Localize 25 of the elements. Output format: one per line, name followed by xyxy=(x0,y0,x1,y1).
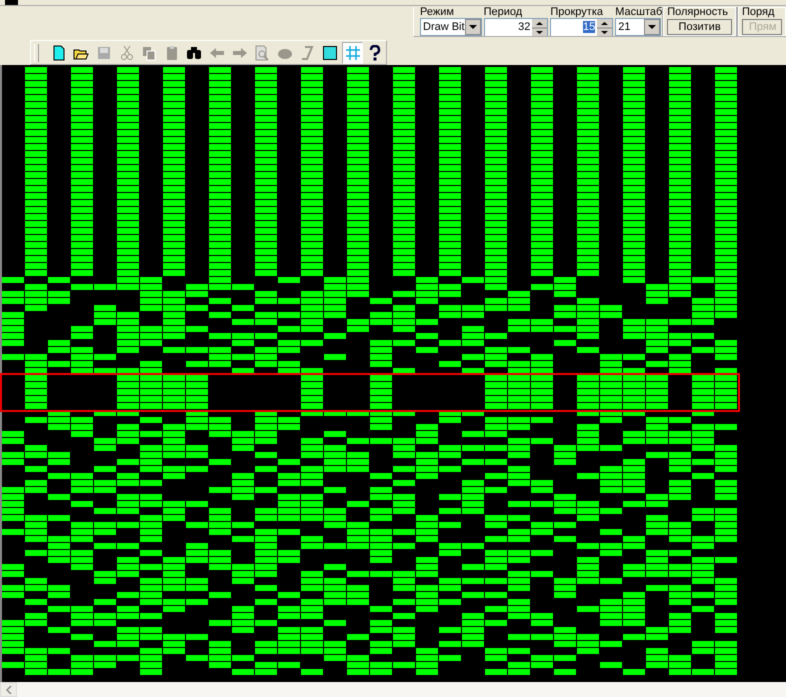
spinner-field[interactable]: 32 xyxy=(484,18,548,36)
spin-arrows-icon xyxy=(532,19,548,36)
dropdown-arrow-icon xyxy=(648,24,656,30)
group-label: Поряд xyxy=(742,7,776,18)
document-magnifier-icon xyxy=(254,44,270,61)
group-label: Полярность xyxy=(667,7,729,18)
dropdown-arrow-icon xyxy=(468,24,477,30)
spin-arrows-icon xyxy=(597,19,612,36)
dropdown-field[interactable]: 21 xyxy=(615,18,662,36)
grid-icon xyxy=(344,44,361,61)
square-icon xyxy=(322,44,338,61)
spinner-field[interactable]: 15 xyxy=(550,18,614,36)
copy-icon xyxy=(141,44,158,61)
scissors-icon xyxy=(118,44,135,61)
field-label: Период xyxy=(484,7,524,18)
toggle-button[interactable]: Позитив xyxy=(667,19,732,36)
dropdown-field[interactable]: Draw Bit xyxy=(420,18,482,36)
field-label: Прокрутка xyxy=(550,7,604,18)
field-label: Масштаб xyxy=(615,7,662,18)
binoculars-icon xyxy=(186,44,202,61)
field-label: Режим xyxy=(420,7,455,18)
left-chevron-icon xyxy=(6,686,12,694)
window-icon xyxy=(5,0,18,5)
scroll-left-button[interactable] xyxy=(0,682,17,697)
new-file-icon xyxy=(50,44,67,61)
